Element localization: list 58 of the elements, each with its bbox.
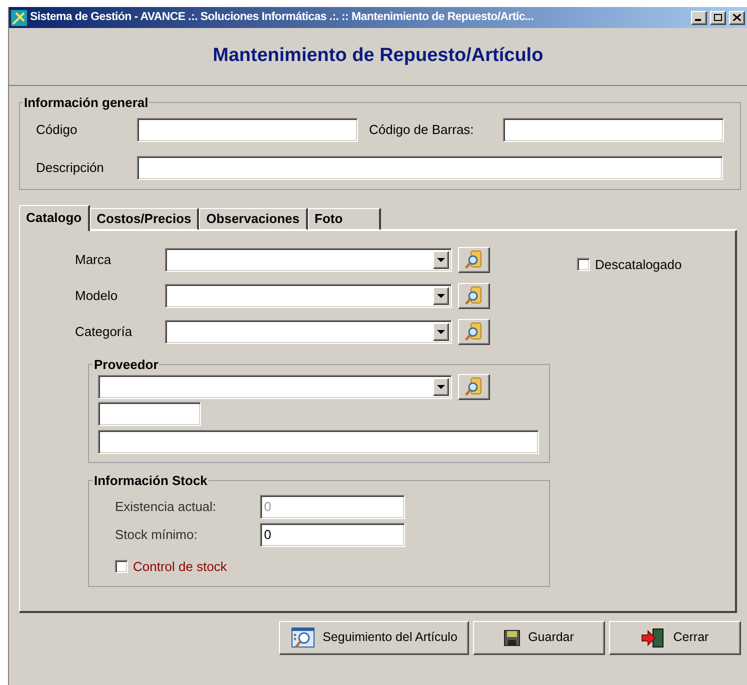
window-title: Sistema de Gestión - AVANCE .:. Soluciones Informáticas .:. :: Mantenimiento de Repuesto/Artíc... — [30, 10, 535, 25]
checkbox-label: Descatalogado — [595, 256, 682, 274]
dropdown-field[interactable] — [165, 248, 452, 272]
number-field[interactable]: 0 — [260, 522, 405, 546]
group-title: Información general — [23, 94, 150, 112]
checkbox[interactable] — [115, 560, 128, 573]
form-heading: Mantenimiento de Repuesto/Artículo — [212, 44, 544, 68]
field-label: Marca — [75, 250, 112, 269]
search-icon — [465, 286, 483, 306]
search-icon — [465, 377, 483, 397]
dropdown-arrow-button[interactable] — [433, 250, 449, 268]
tab[interactable]: Costos/Precios — [90, 208, 200, 230]
barcode-field[interactable] — [503, 118, 724, 142]
app-icon — [11, 10, 27, 26]
field-label: Código de Barras: — [369, 120, 475, 139]
search-icon — [465, 322, 483, 342]
action-button[interactable]: Seguimiento del Artículo — [279, 620, 469, 654]
dropdown-arrow-button[interactable] — [433, 322, 449, 340]
caret-icon — [437, 330, 445, 334]
tab[interactable]: Foto — [308, 208, 381, 230]
search-button[interactable] — [458, 318, 490, 344]
caret-icon — [437, 385, 445, 389]
caret-icon — [437, 258, 445, 262]
magnifier-window-icon — [290, 626, 315, 648]
supplier-name-field[interactable] — [98, 430, 539, 454]
action-button[interactable]: Guardar — [473, 620, 605, 654]
maximize-button[interactable] — [710, 10, 726, 24]
field-label: Modelo — [75, 286, 119, 305]
checkbox[interactable] — [577, 258, 590, 271]
dropdown-field[interactable] — [165, 284, 452, 308]
action-button[interactable]: Cerrar — [609, 620, 741, 654]
dropdown-field[interactable] — [165, 320, 452, 344]
field-label: Categoría — [75, 322, 134, 341]
tab[interactable]: Catalogo — [19, 204, 90, 230]
search-button[interactable] — [458, 246, 490, 272]
field-label: Código — [36, 120, 78, 139]
close-button[interactable] — [729, 10, 745, 24]
group-title: Información Stock — [93, 472, 208, 490]
tab[interactable]: Observaciones — [199, 208, 308, 230]
search-icon — [465, 250, 483, 270]
dropdown-arrow-button[interactable] — [433, 286, 449, 304]
exit-door-icon — [641, 628, 666, 648]
supplier-code-field[interactable] — [98, 402, 201, 426]
caret-icon — [437, 294, 445, 298]
checkbox-label: Control de stock — [133, 558, 227, 576]
dropdown-arrow-button[interactable] — [433, 378, 449, 396]
code-field[interactable] — [137, 118, 358, 142]
group-title: Proveedor — [93, 356, 160, 374]
close-icon — [733, 14, 741, 21]
search-button[interactable] — [458, 282, 490, 308]
field-label: Descripción — [36, 158, 105, 177]
dropdown-field[interactable] — [98, 375, 452, 399]
minimize-button[interactable] — [691, 10, 707, 24]
field-label: Existencia actual: — [115, 498, 218, 516]
search-button[interactable] — [458, 374, 490, 400]
maximize-icon — [714, 14, 722, 21]
field-label: Stock mínimo: — [115, 526, 198, 544]
description-field[interactable] — [137, 156, 723, 180]
